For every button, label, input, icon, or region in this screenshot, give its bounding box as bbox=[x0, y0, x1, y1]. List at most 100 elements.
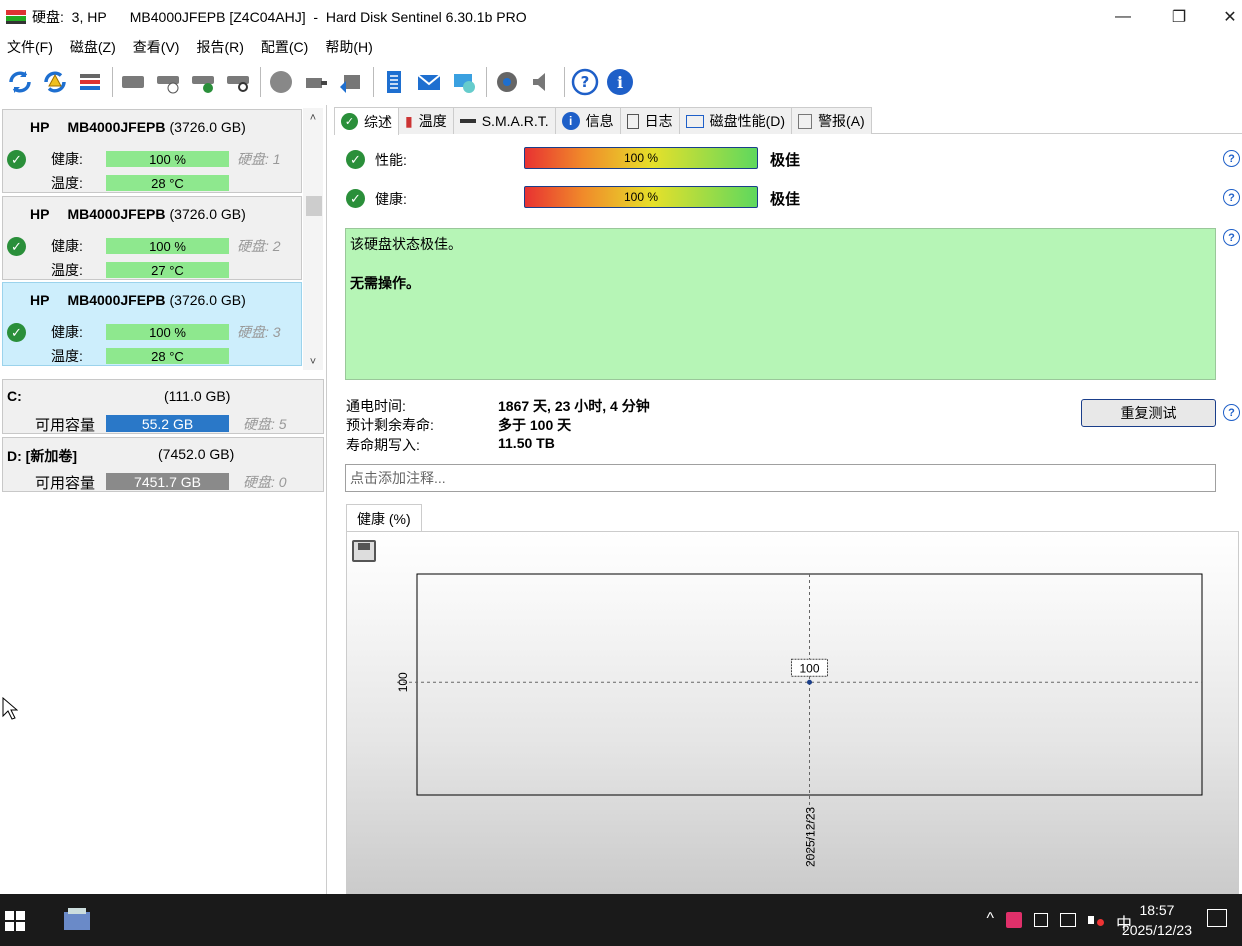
scroll-thumb[interactable] bbox=[306, 196, 322, 216]
disk-vendor: HP bbox=[30, 292, 50, 308]
health-chart: 100 2025/12/23 100 bbox=[346, 531, 1239, 909]
menu-file[interactable]: 文件(F) bbox=[0, 37, 63, 57]
tab-label: S.M.A.R.T. bbox=[481, 113, 549, 129]
help-icon[interactable]: ? bbox=[1223, 229, 1240, 246]
data-point bbox=[807, 679, 812, 685]
ok-check-icon: ✓ bbox=[7, 323, 26, 342]
help-icon[interactable]: ? bbox=[1223, 189, 1240, 206]
health-label: 健康: bbox=[51, 324, 83, 340]
info-icon[interactable]: i bbox=[605, 67, 635, 97]
disk-card-1[interactable]: HP MB4000JFEPB (3726.0 GB) ✓ 健康: 100 % 硬盘:… bbox=[2, 109, 302, 193]
temp-bar: 28 °C bbox=[106, 175, 229, 191]
toolbar: ? i bbox=[0, 62, 1242, 102]
note-input[interactable]: 点击添加注释... bbox=[345, 464, 1216, 492]
refresh-icon[interactable] bbox=[5, 67, 35, 97]
retest-button[interactable]: 重复测试 bbox=[1081, 399, 1216, 427]
disk-gray-icon[interactable] bbox=[266, 67, 296, 97]
restore-button[interactable]: ❐ bbox=[1154, 0, 1204, 33]
disk-number: 硬盘: 1 bbox=[237, 151, 281, 167]
disk-list-icon[interactable] bbox=[75, 67, 105, 97]
menu-config[interactable]: 配置(C) bbox=[254, 37, 318, 57]
close-button[interactable]: ✕ bbox=[1205, 0, 1242, 33]
window-title: 硬盘: 3, HP MB4000JFEPB [Z4C04AHJ] - Hard … bbox=[32, 8, 527, 25]
help-icon[interactable]: ? bbox=[1223, 404, 1240, 421]
tab-label: 信息 bbox=[585, 113, 614, 129]
health-grade: 极佳 bbox=[770, 191, 801, 208]
scroll-down-icon[interactable]: ˅ bbox=[303, 352, 323, 372]
health-bar: 100 % bbox=[106, 151, 229, 167]
free-space-bar: 7451.7 GB bbox=[106, 473, 229, 490]
svg-text:i: i bbox=[617, 73, 623, 92]
refresh-warning-icon[interactable] bbox=[40, 67, 70, 97]
clock-time: 18:57 bbox=[1139, 902, 1175, 918]
windows-start-icon[interactable] bbox=[5, 911, 25, 931]
disk-search-icon[interactable] bbox=[223, 67, 253, 97]
tray-expand-icon[interactable]: ^ bbox=[986, 910, 994, 934]
ok-check-icon: ✓ bbox=[7, 150, 26, 169]
disk-arrow-icon[interactable] bbox=[336, 67, 366, 97]
toolbar-separator bbox=[112, 67, 113, 97]
disk-connect-icon[interactable] bbox=[301, 67, 331, 97]
tab-smart[interactable]: S.M.A.R.T. bbox=[452, 107, 556, 134]
chart-tab-health[interactable]: 健康 (%) bbox=[346, 504, 422, 532]
notification-icon[interactable] bbox=[1207, 909, 1227, 927]
tab-alerts[interactable]: 警报(A) bbox=[791, 107, 872, 134]
volume-muted-icon[interactable] bbox=[1087, 913, 1104, 927]
volume-card-d[interactable]: D: [新加卷] (7452.0 GB) 可用容量 7451.7 GB 硬盘: … bbox=[2, 437, 324, 492]
temp-label: 温度: bbox=[51, 262, 83, 278]
disk-model: MB4000JFEPB bbox=[67, 206, 166, 222]
disk-check-icon[interactable] bbox=[188, 67, 218, 97]
disk-icon[interactable] bbox=[118, 67, 148, 97]
volume-card-c[interactable]: C: (111.0 GB) 可用容量 55.2 GB 硬盘: 5 bbox=[2, 379, 324, 434]
disk-number: 硬盘: 0 bbox=[243, 474, 287, 490]
menu-help[interactable]: 帮助(H) bbox=[318, 37, 382, 57]
performance-ok-icon: ✓ bbox=[346, 150, 365, 169]
thermometer-icon: ▮ bbox=[405, 112, 413, 129]
action-message: 无需操作。 bbox=[350, 275, 420, 291]
y-tick-label: 100 bbox=[396, 672, 410, 692]
disk-vendor: HP bbox=[30, 119, 50, 135]
title-bar: 硬盘: 3, HP MB4000JFEPB [Z4C04AHJ] - Hard … bbox=[0, 0, 1242, 33]
clock-date: 2025/12/23 bbox=[1121, 922, 1192, 938]
network-icon[interactable] bbox=[449, 67, 479, 97]
x-tick-label: 2025/12/23 bbox=[804, 807, 818, 867]
tab-log[interactable]: 日志 bbox=[619, 107, 680, 134]
tab-performance[interactable]: 磁盘性能(D) bbox=[678, 107, 793, 134]
tab-info[interactable]: i 信息 bbox=[554, 107, 621, 134]
disk-list-scrollbar[interactable]: ˄ ˅ bbox=[303, 108, 323, 370]
help-icon[interactable]: ? bbox=[1223, 150, 1240, 167]
help-icon[interactable]: ? bbox=[570, 67, 600, 97]
taskview-icon[interactable] bbox=[1033, 913, 1048, 927]
performance-label: 性能: bbox=[375, 152, 407, 168]
menu-disk[interactable]: 磁盘(Z) bbox=[63, 37, 126, 57]
disk-timer-icon[interactable] bbox=[153, 67, 183, 97]
network-tray-icon[interactable] bbox=[1059, 913, 1076, 927]
clock[interactable]: 18:57 2025/12/23 bbox=[1122, 900, 1192, 940]
mail-icon[interactable] bbox=[414, 67, 444, 97]
report-icon[interactable] bbox=[379, 67, 409, 97]
minimize-button[interactable]: — bbox=[1098, 0, 1148, 33]
app-tray-icon[interactable] bbox=[1005, 912, 1022, 928]
settings-icon[interactable] bbox=[492, 67, 522, 97]
tab-temperature[interactable]: ▮ 温度 bbox=[398, 107, 454, 134]
tab-label: 综述 bbox=[364, 113, 392, 130]
toolbar-separator bbox=[373, 67, 374, 97]
status-message-box: 该硬盘状态极佳。 无需操作。 bbox=[345, 228, 1216, 380]
tab-label: 日志 bbox=[644, 113, 673, 129]
health-label: 健康: bbox=[375, 191, 407, 207]
disk-model: MB4000JFEPB bbox=[67, 292, 166, 308]
toolbar-separator bbox=[486, 67, 487, 97]
sound-icon[interactable] bbox=[527, 67, 557, 97]
disk-card-3[interactable]: HP MB4000JFEPB (3726.0 GB) ✓ 健康: 100 % 硬盘:… bbox=[2, 282, 302, 366]
menu-view[interactable]: 查看(V) bbox=[126, 37, 190, 57]
tab-summary[interactable]: ✓ 综述 bbox=[334, 107, 399, 135]
temp-bar: 28 °C bbox=[106, 348, 229, 364]
disk-card-2[interactable]: HP MB4000JFEPB (3726.0 GB) ✓ 健康: 100 % 硬盘:… bbox=[2, 196, 302, 280]
health-ok-icon: ✓ bbox=[346, 189, 365, 208]
scroll-up-icon[interactable]: ˄ bbox=[303, 108, 323, 128]
disk-model: MB4000JFEPB bbox=[67, 119, 166, 135]
health-label: 健康: bbox=[51, 238, 83, 254]
menu-report[interactable]: 报告(R) bbox=[189, 37, 253, 57]
data-label: 100 bbox=[799, 661, 819, 675]
hard-disk-sentinel-taskbar-icon[interactable] bbox=[60, 904, 94, 936]
